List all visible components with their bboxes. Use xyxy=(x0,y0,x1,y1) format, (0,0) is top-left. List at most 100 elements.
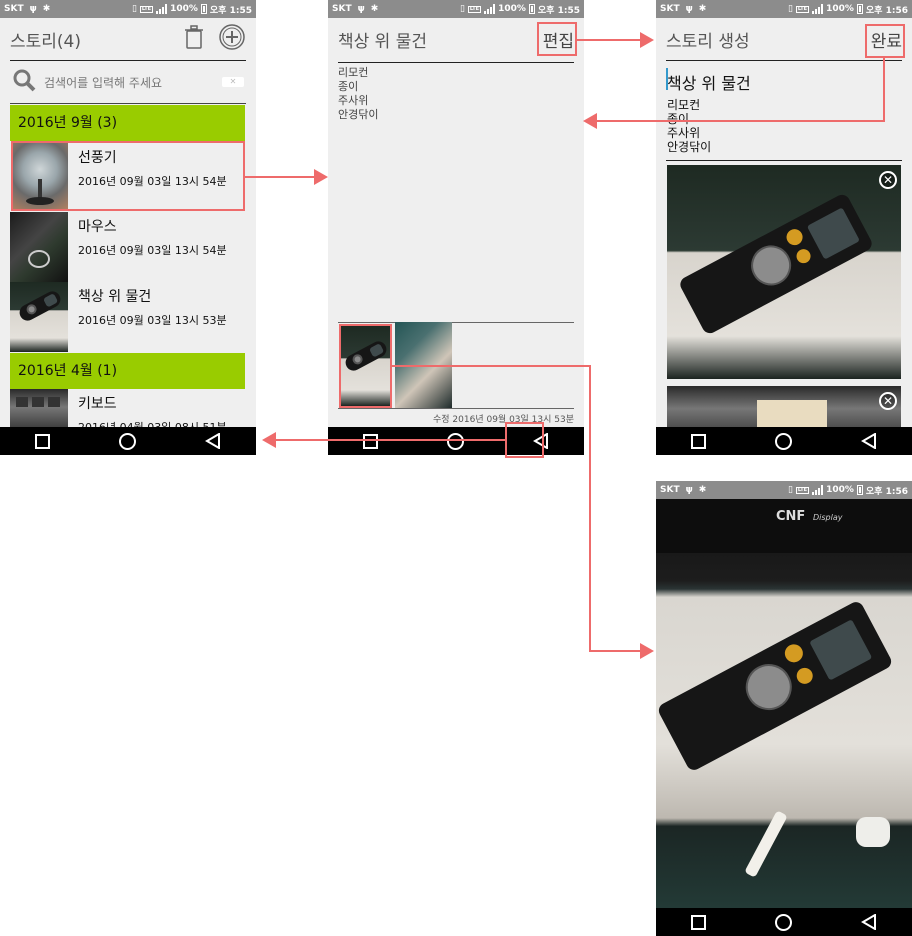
modified-date: 수정 2016년 09월 03일 13시 53분 xyxy=(433,415,574,425)
lte-icon: LTE xyxy=(795,5,810,13)
recent-apps-button[interactable] xyxy=(690,433,706,449)
clock: 오후 1:56 xyxy=(865,5,908,16)
search-bar[interactable]: 검색어를 입력해 주세요 ✕ xyxy=(12,68,244,96)
lte-icon: LTE xyxy=(139,5,154,13)
phone-icon: ▯ xyxy=(459,4,465,14)
tag-item: 종이 xyxy=(338,80,359,93)
screen-story-create: SKT ψ ✱ ▯ LTE 100% 오후 1:56 스토리 생성 완료 책상 위 물건 … xyxy=(656,0,912,455)
arrowhead xyxy=(583,113,597,129)
dice-icon xyxy=(856,817,890,847)
list-item[interactable]: 마우스 2016년 09월 03일 13시 54분 xyxy=(10,212,245,282)
story-title-field[interactable]: 책상 위 물건 xyxy=(667,70,751,94)
divider xyxy=(10,103,246,104)
remote-icon xyxy=(677,192,875,336)
tag-item: 안경닦이 xyxy=(667,140,712,154)
carrier-label: SKT xyxy=(660,4,680,14)
carrier-label: SKT xyxy=(332,4,352,14)
thumbnail-keyboard xyxy=(10,389,68,429)
search-input[interactable]: 검색어를 입력해 주세요 xyxy=(44,74,162,91)
box-icon xyxy=(757,400,827,430)
thumbnail-remote xyxy=(10,282,68,352)
group-header-label: 2016년 9월 (3) xyxy=(18,115,118,131)
tag-item: 리모컨 xyxy=(667,98,701,112)
bug-icon: ✱ xyxy=(42,4,51,14)
divider xyxy=(338,62,574,63)
trash-icon[interactable] xyxy=(184,25,204,53)
home-button[interactable] xyxy=(118,432,136,450)
battery-icon xyxy=(200,4,207,14)
fullscreen-photo[interactable]: CNF Display xyxy=(656,499,912,908)
key-icon xyxy=(48,397,60,407)
signal-icon xyxy=(156,4,168,14)
home-button[interactable] xyxy=(774,913,792,931)
home-button[interactable] xyxy=(446,432,464,450)
highlight-box xyxy=(339,324,392,408)
signal-icon xyxy=(812,4,824,14)
remove-photo-icon[interactable]: ✕ xyxy=(879,171,897,189)
list-item[interactable]: 책상 위 물건 2016년 09월 03일 13시 53분 xyxy=(10,282,245,352)
page-title: 책상 위 물건 xyxy=(338,31,428,52)
back-button[interactable] xyxy=(861,433,877,449)
bug-icon: ✱ xyxy=(370,4,379,14)
recent-apps-button[interactable] xyxy=(362,433,378,449)
nav-bar xyxy=(656,908,912,936)
signal-icon xyxy=(484,4,496,14)
lte-icon: LTE xyxy=(795,486,810,494)
photo-thumb-desk[interactable] xyxy=(395,322,452,408)
usb-icon: ψ xyxy=(685,4,693,14)
status-bar: SKT ψ ✱ ▯ LTE 100% 오후 1:56 xyxy=(656,0,912,18)
item-title: 마우스 xyxy=(78,219,117,235)
divider xyxy=(338,322,574,323)
tag-editor[interactable]: 리모컨 종이 주사위 안경닦이 xyxy=(667,98,711,154)
search-icon xyxy=(12,68,36,96)
lte-icon: LTE xyxy=(467,5,482,13)
clock: 오후 1:55 xyxy=(537,5,580,16)
status-bar: SKT ψ ✱ ▯ LTE 100% 오후 1:56 xyxy=(656,481,912,499)
key-icon xyxy=(32,397,44,407)
recent-apps-button[interactable] xyxy=(690,914,706,930)
group-header: 2016년 9월 (3) xyxy=(10,105,245,141)
tag-item: 주사위 xyxy=(338,94,369,107)
tag-list: 리모컨 종이 주사위 안경닦이 xyxy=(338,66,378,122)
usb-icon: ψ xyxy=(29,4,37,14)
home-button[interactable] xyxy=(774,432,792,450)
monitor-sub: Display xyxy=(813,513,843,522)
battery-icon xyxy=(528,4,535,14)
battery-percent: 100% xyxy=(170,4,198,14)
page-title: 스토리 생성 xyxy=(666,31,750,52)
highlight-box xyxy=(865,24,905,58)
battery-icon xyxy=(856,4,863,14)
back-button[interactable] xyxy=(205,433,221,449)
battery-percent: 100% xyxy=(826,4,854,14)
battery-percent: 100% xyxy=(826,485,854,495)
divider xyxy=(666,60,902,61)
usb-icon: ψ xyxy=(357,4,365,14)
tag-item: 종이 xyxy=(667,112,690,126)
nav-bar xyxy=(656,427,912,455)
list-item[interactable]: 키보드 2016년 04월 03일 08시 51분 xyxy=(10,389,245,429)
battery-icon xyxy=(856,485,863,495)
arrowhead xyxy=(640,32,654,48)
thumbnail-mouse xyxy=(10,212,68,282)
highlight-box xyxy=(11,141,245,211)
photo-remote-large: ✕ xyxy=(667,165,901,379)
back-button[interactable] xyxy=(861,914,877,930)
status-bar: SKT ψ ✱ ▯ LTE 100% 오후 1:55 xyxy=(0,0,256,18)
recent-apps-button[interactable] xyxy=(34,433,50,449)
carrier-label: SKT xyxy=(660,485,680,495)
highlight-box xyxy=(505,422,544,458)
bug-icon: ✱ xyxy=(698,485,707,495)
remove-photo-icon[interactable]: ✕ xyxy=(879,392,897,410)
phone-icon: ▯ xyxy=(131,4,137,14)
usb-icon: ψ xyxy=(685,485,693,495)
clear-icon[interactable]: ✕ xyxy=(222,77,244,87)
remote-icon xyxy=(16,288,64,324)
add-story-icon[interactable] xyxy=(218,23,246,55)
arrowhead xyxy=(262,432,276,448)
divider xyxy=(666,160,902,161)
screen-photo-viewer: SKT ψ ✱ ▯ LTE 100% 오후 1:56 CNF Display xyxy=(656,481,912,936)
monitor-brand: CNF xyxy=(776,509,806,524)
divider xyxy=(338,408,574,409)
highlight-box xyxy=(537,22,577,56)
item-date: 2016년 09월 03일 13시 53분 xyxy=(78,314,227,327)
